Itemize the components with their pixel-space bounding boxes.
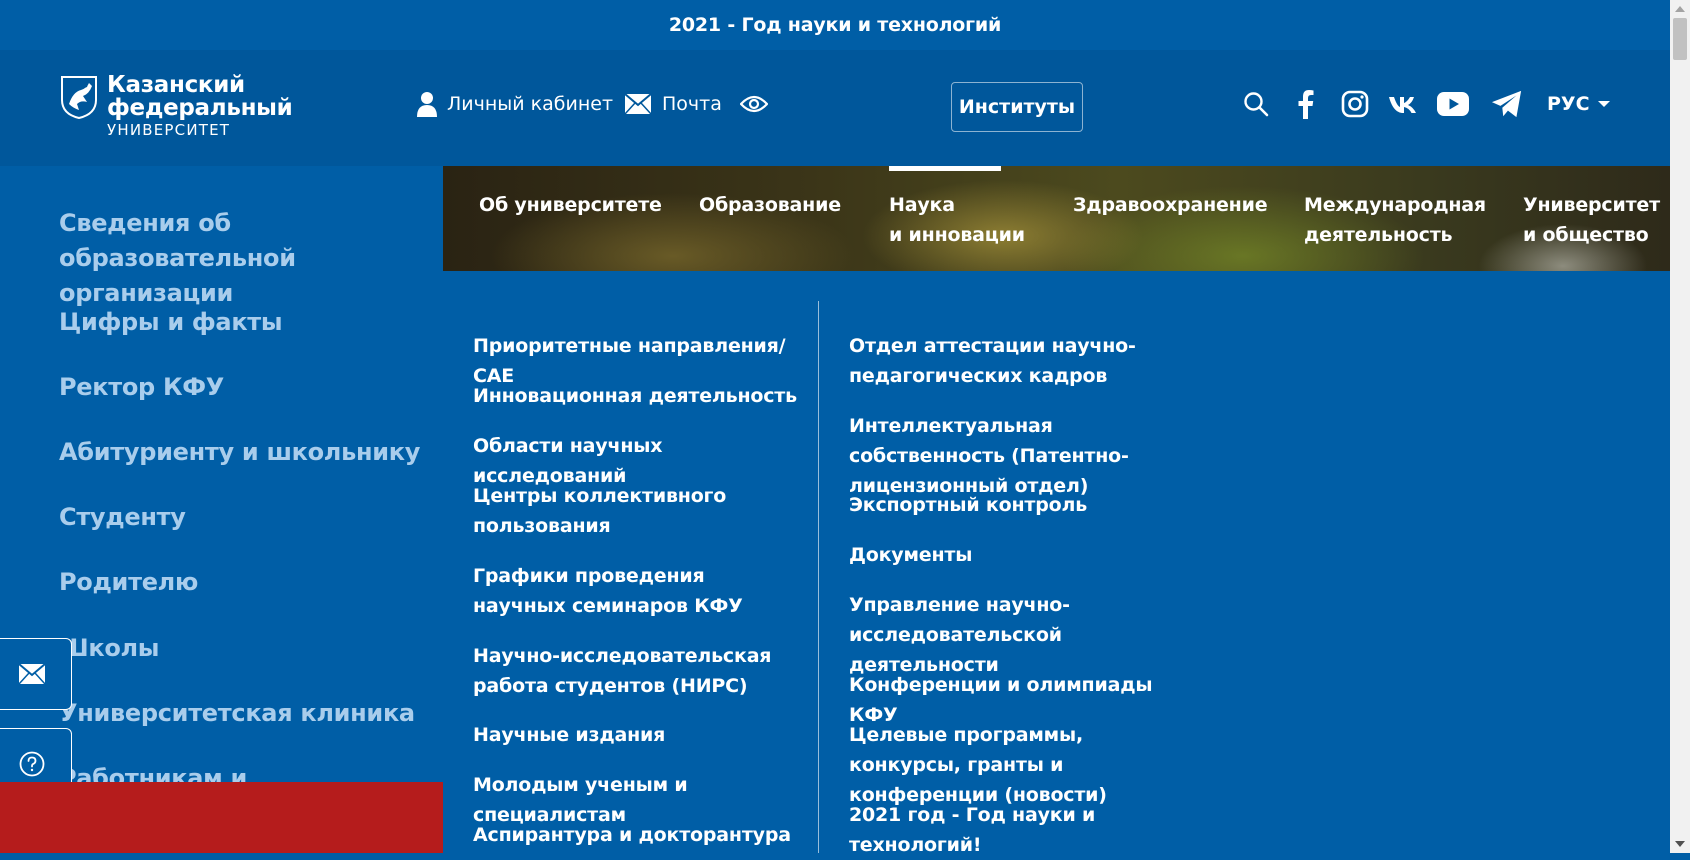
nav-label: Университет (1523, 194, 1660, 216)
vk-icon (1389, 97, 1416, 113)
nav-label: Образование (699, 194, 841, 216)
mega-link[interactable]: Научно-исследовательская работа студенто… (473, 641, 803, 701)
scroll-down-arrow-icon[interactable] (1675, 841, 1685, 847)
personal-cabinet-label: Личный кабинет (447, 93, 614, 115)
feedback-mail-button[interactable] (0, 638, 72, 710)
nav-label: Наука (889, 194, 955, 216)
site-header: Казанский федеральный УНИВЕРСИТЕТ Личный… (0, 50, 1670, 166)
nav-label-line2: и общество (1523, 224, 1649, 246)
envelope-icon (18, 663, 46, 685)
instagram-icon (1341, 90, 1369, 118)
sidebar-item-info[interactable]: Сведения об образовательной организации (59, 206, 429, 311)
sidebar-item-facts[interactable]: Цифры и факты (59, 305, 429, 340)
sidebar-item-clinic[interactable]: Университетская клиника (59, 696, 429, 731)
facebook-link[interactable] (1289, 88, 1321, 120)
personal-cabinet-link[interactable]: Личный кабинет (417, 90, 613, 118)
nav-item-about[interactable]: Об университете (479, 190, 662, 220)
instagram-link[interactable] (1339, 88, 1371, 120)
search-icon (1244, 92, 1269, 117)
mega-link[interactable]: Управление научно-исследовательской деят… (849, 590, 1179, 680)
mega-link[interactable]: Интеллектуальная собственность (Патентно… (849, 411, 1179, 501)
nav-label: Об университете (479, 194, 662, 216)
youtube-icon (1437, 92, 1469, 116)
mega-menu-divider (818, 301, 819, 853)
nav-item-science[interactable]: Наука и инновации (889, 190, 1025, 250)
logo-line-3: УНИВЕРСИТЕТ (107, 121, 231, 139)
scroll-thumb[interactable] (1673, 18, 1687, 60)
nav-active-indicator (889, 166, 1001, 171)
logo-line-1: Казанский (107, 72, 245, 98)
mega-link[interactable]: Отдел аттестации научно-педагогических к… (849, 331, 1179, 391)
accessibility-toggle[interactable] (740, 90, 778, 118)
red-banner-block (0, 782, 443, 853)
university-emblem-icon (61, 76, 97, 120)
nav-label: Международная (1304, 194, 1486, 216)
vk-link[interactable] (1388, 88, 1420, 120)
sidebar-item-schools[interactable]: Школы (59, 631, 429, 666)
mega-link[interactable]: Научные издания (473, 720, 803, 750)
scroll-up-arrow-icon[interactable] (1675, 6, 1685, 12)
mail-label: Почта (662, 93, 722, 115)
sidebar-item-students[interactable]: Студенту (59, 500, 429, 535)
mega-link[interactable]: 2021 год - Год науки и технологий! (849, 800, 1179, 860)
telegram-icon (1491, 90, 1522, 118)
top-banner-text[interactable]: 2021 - Год науки и технологий (669, 14, 1001, 36)
mega-link[interactable]: Центры коллективного пользования (473, 481, 803, 541)
nav-item-society[interactable]: Университет и общество (1523, 190, 1660, 250)
main-nav-hero: Об университете Образование Наука и инно… (443, 166, 1670, 271)
mega-link[interactable]: Графики проведения научных семинаров КФУ (473, 561, 803, 621)
sidebar-item-parents[interactable]: Родителю (59, 565, 429, 600)
sidebar-item-applicants[interactable]: Абитуриенту и школьнику (59, 435, 429, 470)
nav-label: Здравоохранение (1073, 194, 1268, 216)
chevron-down-icon (1597, 101, 1610, 107)
institutes-label: Институты (958, 96, 1076, 118)
mega-link[interactable]: Экспортный контроль (849, 490, 1179, 520)
mega-link[interactable]: Инновационная деятельность (473, 381, 803, 411)
language-label: РУС (1547, 93, 1590, 115)
mega-link[interactable]: Аспирантура и докторантура (473, 820, 803, 850)
vertical-scrollbar[interactable] (1670, 0, 1690, 853)
person-icon (417, 92, 437, 117)
envelope-icon (624, 93, 652, 115)
nav-label-line2: деятельность (1304, 224, 1453, 246)
youtube-link[interactable] (1437, 88, 1469, 120)
search-button[interactable] (1240, 88, 1272, 120)
mega-link[interactable]: Целевые программы, конкурсы, гранты и ко… (849, 720, 1179, 810)
telegram-link[interactable] (1491, 88, 1523, 120)
facebook-icon (1298, 90, 1314, 119)
university-logo[interactable]: Казанский федеральный УНИВЕРСИТЕТ (59, 72, 293, 142)
mail-link[interactable]: Почта (624, 90, 722, 118)
eye-icon (740, 95, 768, 113)
top-banner[interactable]: 2021 - Год науки и технологий (0, 0, 1670, 50)
mega-link[interactable]: Документы (849, 540, 1179, 570)
language-selector[interactable]: РУС (1547, 90, 1610, 118)
nav-item-international[interactable]: Международная деятельность (1304, 190, 1486, 250)
nav-item-healthcare[interactable]: Здравоохранение (1073, 190, 1268, 220)
question-icon (19, 751, 45, 777)
institutes-button[interactable]: Институты (951, 82, 1083, 132)
nav-label-line2: и инновации (889, 224, 1025, 246)
sidebar-item-rector[interactable]: Ректор КФУ (59, 370, 429, 405)
logo-line-2: федеральный (107, 95, 293, 121)
nav-item-education[interactable]: Образование (699, 190, 841, 220)
